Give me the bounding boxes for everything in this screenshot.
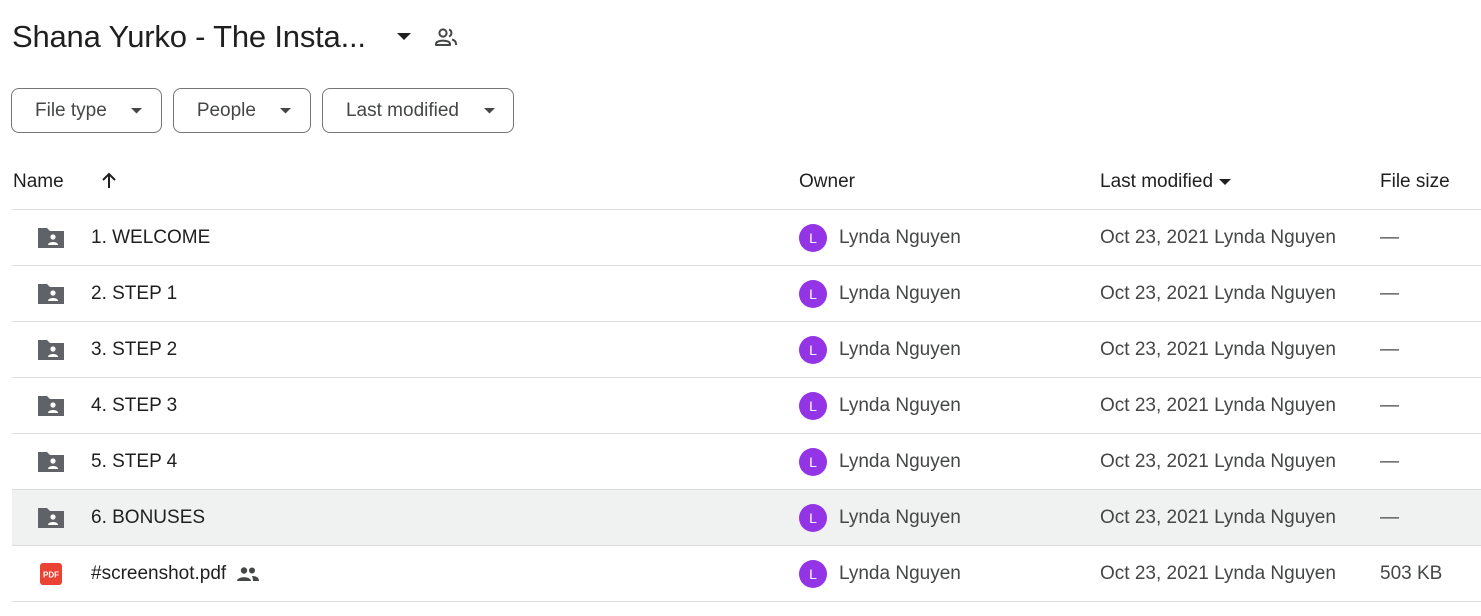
table-row[interactable]: 2. STEP 1 L Lynda Nguyen Oct 23, 2021 Lynda… (12, 266, 1481, 322)
shared-folder-icon (36, 336, 66, 364)
pdf-icon-label: PDF (43, 571, 59, 580)
filter-chip-label: People (196, 99, 256, 121)
table-row[interactable]: 5. STEP 4 L Lynda Nguyen Oct 23, 2021 Lynda… (12, 434, 1481, 490)
table-row[interactable]: 4. STEP 3 L Lynda Nguyen Oct 23, 2021 Lynda… (12, 378, 1481, 434)
owner-name: Lynda Nguyen (839, 507, 961, 528)
table-row[interactable]: PDF #screenshot.pdf L Lynda Nguyen Oct 23,… (12, 546, 1481, 602)
filter-bar: File type People Last modified (11, 88, 514, 133)
owner-avatar: L (799, 392, 827, 420)
file-size: — (1380, 395, 1399, 416)
owner-name: Lynda Nguyen (839, 227, 961, 248)
folder-title: Shana Yurko - The Insta... (12, 19, 366, 54)
file-name[interactable]: 6. BONUSES (91, 507, 205, 529)
last-modified-filter-chip[interactable]: Last modified (321, 88, 514, 133)
file-name[interactable]: #screenshot.pdf (91, 563, 226, 585)
shared-folder-icon (36, 280, 66, 308)
owner-avatar: L (799, 448, 827, 476)
file-size: — (1380, 227, 1399, 248)
owner-name: Lynda Nguyen (839, 563, 961, 584)
file-name[interactable]: 5. STEP 4 (91, 451, 177, 473)
column-header-label: Last modified (1100, 171, 1214, 192)
table-row[interactable]: 6. BONUSES L Lynda Nguyen Oct 23, 2021 Lynd… (12, 490, 1481, 546)
shared-folder-icon (36, 448, 66, 476)
owner-avatar: L (799, 504, 827, 532)
file-name[interactable]: 4. STEP 3 (91, 395, 177, 417)
last-modified: Oct 23, 2021 Lynda Nguyen (1100, 283, 1336, 304)
arrow-up-icon[interactable] (96, 168, 122, 194)
file-name[interactable]: 1. WELCOME (91, 227, 210, 249)
caret-down-icon[interactable] (392, 25, 416, 49)
owner-avatar: L (799, 336, 827, 364)
column-header-last-modified[interactable]: Last modified (1100, 171, 1235, 193)
table-row[interactable]: 1. WELCOME L Lynda Nguyen Oct 23, 2021 Lynd… (12, 210, 1481, 266)
shared-folder-icon (36, 392, 66, 420)
owner-name: Lynda Nguyen (839, 339, 961, 360)
owner-name: Lynda Nguyen (839, 395, 961, 416)
owner-name: Lynda Nguyen (839, 451, 961, 472)
file-size: — (1380, 451, 1399, 472)
caret-down-icon (129, 103, 145, 119)
file-size: — (1380, 507, 1399, 528)
shared-people-icon (237, 563, 261, 585)
table-header: Name Owner Last modified File size (12, 154, 1481, 210)
last-modified: Oct 23, 2021 Lynda Nguyen (1100, 507, 1336, 528)
shared-folder-icon (36, 224, 66, 252)
page-header: Shana Yurko - The Insta... (12, 12, 460, 62)
filter-chip-label: File type (35, 99, 107, 121)
file-type-filter-chip[interactable]: File type (11, 88, 162, 133)
last-modified: Oct 23, 2021 Lynda Nguyen (1100, 563, 1336, 584)
last-modified: Oct 23, 2021 Lynda Nguyen (1100, 395, 1336, 416)
people-filter-chip[interactable]: People (172, 88, 311, 133)
last-modified: Oct 23, 2021 Lynda Nguyen (1100, 451, 1336, 472)
caret-down-icon (1219, 174, 1235, 190)
owner-name: Lynda Nguyen (839, 283, 961, 304)
filter-chip-label: Last modified (345, 99, 459, 121)
file-name[interactable]: 3. STEP 2 (91, 339, 177, 361)
caret-down-icon (481, 103, 497, 119)
file-size: 503 KB (1380, 563, 1443, 584)
table-body: 1. WELCOME L Lynda Nguyen Oct 23, 2021 Lynd… (12, 210, 1481, 602)
column-header-owner[interactable]: Owner (799, 171, 855, 193)
owner-avatar: L (799, 560, 827, 588)
file-size: — (1380, 283, 1399, 304)
owner-avatar: L (799, 224, 827, 252)
file-size: — (1380, 339, 1399, 360)
column-header-name[interactable]: Name (13, 171, 64, 193)
file-list-table: Name Owner Last modified File size 1. WE… (12, 154, 1481, 602)
last-modified: Oct 23, 2021 Lynda Nguyen (1100, 339, 1336, 360)
caret-down-icon (278, 103, 294, 119)
shared-folder-icon (36, 504, 66, 532)
people-outline-icon[interactable] (432, 23, 460, 51)
table-row[interactable]: 3. STEP 2 L Lynda Nguyen Oct 23, 2021 Lynda… (12, 322, 1481, 378)
file-name[interactable]: 2. STEP 1 (91, 283, 177, 305)
last-modified: Oct 23, 2021 Lynda Nguyen (1100, 227, 1336, 248)
column-header-file-size[interactable]: File size (1380, 171, 1450, 193)
owner-avatar: L (799, 280, 827, 308)
pdf-file-icon: PDF (36, 560, 66, 588)
